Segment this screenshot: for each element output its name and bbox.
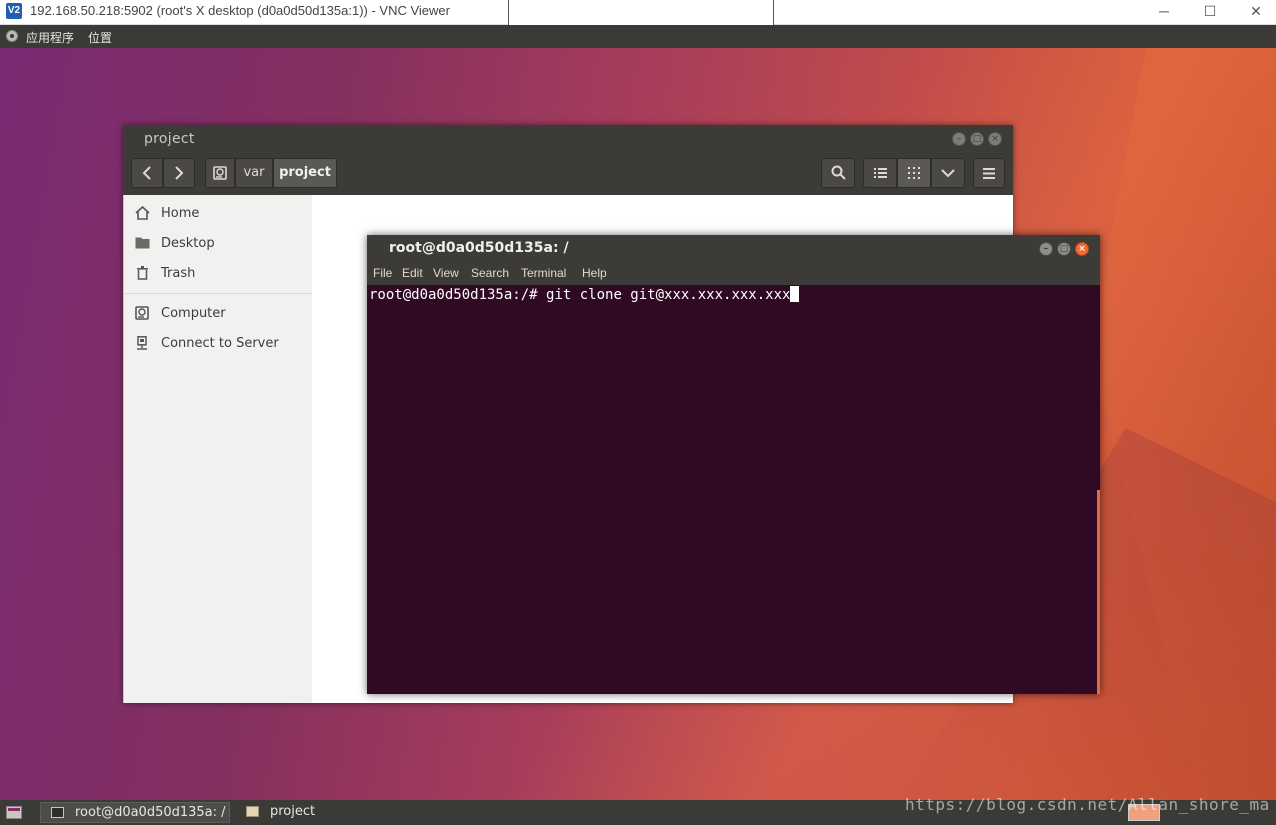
applications-menu[interactable]: 应用程序 <box>26 29 74 46</box>
drive-icon <box>213 166 227 180</box>
hamburger-icon <box>983 168 995 179</box>
view-options-button[interactable] <box>931 158 965 188</box>
taskbar-item-label: root@d0a0d50d135a: / <box>75 805 226 820</box>
terminal-window: root@d0a0d50d135a: / – □ × File Edit Vie… <box>367 235 1100 694</box>
terminal-menubar: File Edit View Search Terminal Help <box>367 263 1100 285</box>
maximize-button[interactable]: ☐ <box>1187 0 1233 24</box>
vnc-toolbar-handle[interactable] <box>508 0 774 27</box>
watermark: https://blog.csdn.net/Allan_shore_ma <box>905 795 1270 814</box>
search-button[interactable] <box>821 158 855 188</box>
sidebar-item-label: Trash <box>161 266 196 281</box>
fm-close-button[interactable]: × <box>988 132 1002 146</box>
search-icon <box>831 165 846 180</box>
sidebar-item-label: Connect to Server <box>161 336 279 351</box>
sidebar-item-label: Desktop <box>161 236 215 251</box>
terminal-title: root@d0a0d50d135a: / <box>389 240 569 256</box>
sidebar-item-connect-to-server[interactable]: Connect to Server <box>134 333 309 355</box>
file-manager-icon <box>246 806 259 817</box>
vnc-window-title: 192.168.50.218:5902 (root's X desktop (d… <box>30 3 450 18</box>
text-cursor <box>790 286 800 302</box>
terminal-maximize-button[interactable]: □ <box>1057 242 1071 256</box>
show-desktop-icon[interactable] <box>6 806 22 819</box>
list-view-icon <box>873 168 887 178</box>
file-manager-title: project <box>144 131 195 147</box>
sidebar-item-trash[interactable]: Trash <box>134 263 309 285</box>
terminal-output[interactable]: root@d0a0d50d135a:/# git clone git@xxx.x… <box>367 285 1100 694</box>
menu-file[interactable]: File <box>373 266 392 280</box>
path-segment-var[interactable]: var <box>235 158 273 188</box>
menu-view[interactable]: View <box>433 266 459 280</box>
terminal-prompt: root@d0a0d50d135a:/# <box>369 287 547 303</box>
home-icon <box>134 205 150 222</box>
menu-terminal[interactable]: Terminal <box>521 266 566 280</box>
path-root-button[interactable] <box>205 158 235 188</box>
back-button[interactable] <box>131 158 163 188</box>
gnome-foot-icon <box>6 30 18 42</box>
server-icon <box>134 336 150 352</box>
sidebar-item-desktop[interactable]: Desktop <box>134 233 309 255</box>
path-segment-project[interactable]: project <box>273 158 337 188</box>
terminal-command: git clone git@xxx.xxx.xxx.xxx <box>546 287 791 303</box>
terminal-icon <box>51 807 64 818</box>
file-manager-toolbar: var project <box>123 155 1013 196</box>
terminal-titlebar[interactable]: root@d0a0d50d135a: / – □ × <box>367 235 1100 263</box>
terminal-close-button[interactable]: × <box>1075 242 1089 256</box>
fm-minimize-button[interactable]: – <box>952 132 966 146</box>
vnc-titlebar: V2 192.168.50.218:5902 (root's X desktop… <box>0 0 1276 27</box>
trash-icon <box>134 266 150 282</box>
menu-edit[interactable]: Edit <box>402 266 423 280</box>
sidebar-item-home[interactable]: Home <box>134 203 309 225</box>
chevron-down-icon <box>941 169 955 178</box>
terminal-minimize-button[interactable]: – <box>1039 242 1053 256</box>
taskbar-item-file-manager[interactable]: project <box>236 802 416 823</box>
list-view-button[interactable] <box>863 158 897 188</box>
chevron-right-icon <box>175 166 184 180</box>
grid-view-button[interactable] <box>897 158 931 188</box>
forward-button[interactable] <box>163 158 195 188</box>
app-menu-button[interactable] <box>973 158 1005 188</box>
places-menu[interactable]: 位置 <box>88 29 112 46</box>
file-manager-sidebar: Home Desktop Trash Computer Connect to S… <box>123 195 313 703</box>
vnc-logo-icon: V2 <box>6 3 22 19</box>
menu-help[interactable]: Help <box>582 266 607 280</box>
close-button[interactable]: ✕ <box>1233 0 1276 24</box>
taskbar-item-label: project <box>270 804 316 819</box>
menu-search[interactable]: Search <box>471 266 509 280</box>
taskbar-item-terminal[interactable]: root@d0a0d50d135a: / <box>40 802 230 823</box>
terminal-command-line: root@d0a0d50d135a:/# git clone git@xxx.x… <box>369 286 800 303</box>
fm-maximize-button[interactable]: □ <box>970 132 984 146</box>
terminal-scrollbar[interactable] <box>1097 490 1100 694</box>
sidebar-item-label: Home <box>161 206 200 221</box>
sidebar-divider <box>124 293 312 294</box>
drive-icon <box>134 306 150 322</box>
grid-view-icon <box>908 167 920 179</box>
sidebar-item-computer[interactable]: Computer <box>134 303 309 325</box>
minimize-button[interactable]: ─ <box>1141 0 1187 24</box>
folder-icon <box>134 236 150 252</box>
chevron-left-icon <box>142 166 151 180</box>
file-manager-titlebar[interactable]: project – □ × <box>123 125 1013 155</box>
top-panel: 应用程序 位置 <box>0 25 1276 48</box>
sidebar-item-label: Computer <box>161 306 226 321</box>
